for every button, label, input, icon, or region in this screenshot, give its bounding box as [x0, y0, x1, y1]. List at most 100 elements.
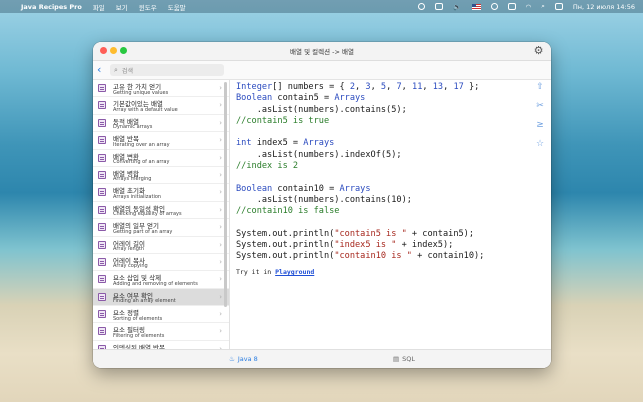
chevron-right-icon: › [219, 240, 222, 249]
scrollbar-thumb[interactable] [224, 82, 227, 307]
menu-window[interactable]: 윈도우 [139, 2, 157, 12]
chevron-right-icon: › [219, 205, 222, 214]
list-item-subtitle: Checking equality of arrays [113, 211, 182, 218]
window-title: 배열 및 컬렉션 -> 배열 [290, 48, 354, 56]
list-item-subtitle: Arrays initialization [113, 193, 162, 200]
list-item[interactable]: 요소 필터링 Filtering of elements › [93, 323, 229, 341]
tab-java[interactable]: ♨ Java 8 [229, 355, 258, 363]
recipe-icon [98, 188, 106, 197]
cut-icon[interactable]: ✂ [535, 101, 545, 111]
chevron-right-icon: › [219, 310, 222, 319]
status-app-icon[interactable] [418, 3, 426, 10]
list-item-subtitle: Array length [113, 246, 144, 253]
recipe-icon [98, 257, 106, 266]
list-item-subtitle: Array with a default value [113, 106, 178, 113]
code-line: int index5 = Arrays [236, 138, 335, 149]
code-line: .asList(numbers).contains(10); [236, 194, 412, 205]
wifi-icon[interactable]: ◠ [526, 3, 532, 11]
list-item[interactable]: 배열 병합 Arrays merging › [93, 167, 229, 185]
code-line: Boolean contain5 = Arrays [236, 93, 366, 104]
recipe-icon [98, 310, 106, 319]
recipe-icon [98, 292, 106, 301]
database-icon: ▤ [393, 355, 400, 363]
format-icon[interactable]: ≥ [535, 120, 545, 130]
list-item[interactable]: 요소 정렬 Sorting of elements › [93, 306, 229, 324]
list-item[interactable]: 요소 삽입 및 삭제 Adding and removing of element… [93, 271, 229, 289]
tab-sql[interactable]: ▤ SQL [393, 355, 415, 363]
list-item[interactable]: 배열 반복 Iterating over an array › [93, 132, 229, 150]
gear-icon[interactable]: ⚙ [533, 45, 544, 56]
clock[interactable]: Пн, 12 июля 14:56 [573, 3, 635, 11]
list-item[interactable]: 기본값이있는 배열 Array with a default value › [93, 97, 229, 115]
search-placeholder: 검색 [121, 67, 133, 75]
notes-icon[interactable] [435, 3, 444, 10]
code-line: //contain5 is true [236, 115, 330, 126]
share-icon[interactable]: ⇧ [535, 82, 545, 92]
back-chevron-icon[interactable]: ‹ [97, 64, 101, 75]
menu-view[interactable]: 보기 [116, 2, 128, 12]
tab-java-label: Java 8 [237, 355, 258, 363]
recipe-icon [98, 84, 106, 92]
playground-link[interactable]: Playground [275, 268, 314, 276]
display-icon[interactable] [507, 3, 516, 10]
keyboard-flag-icon[interactable] [471, 3, 481, 10]
code-line: System.out.println("index5 is " + index5… [236, 240, 454, 251]
app-window: 배열 및 컬렉션 -> 배열 ⚙ ‹ ⌕ 검색 고유 한 가치 얻기 Gettin… [93, 42, 551, 368]
list-item-subtitle: Dynamic arrays [113, 124, 153, 131]
focus-icon[interactable] [490, 3, 498, 10]
list-item[interactable]: 인덱싱된 배열 반복 › [93, 341, 229, 349]
chevron-right-icon: › [219, 327, 222, 336]
list-item[interactable]: 동적 배열 Dynamic arrays › [93, 115, 229, 133]
code-line: .asList(numbers).contains(5); [236, 104, 407, 115]
recipe-icon [98, 101, 106, 110]
app-name-menu[interactable]: Java Recipes Pro [21, 3, 82, 11]
spotlight-icon[interactable]: ⌕ [541, 2, 545, 11]
java-cup-icon: ♨ [229, 355, 235, 363]
code-line: System.out.println("contain5 is " + cont… [236, 228, 475, 239]
chevron-right-icon: › [219, 170, 222, 179]
list-item[interactable]: 배열의 동일성 확인 Checking equality of arrays › [93, 202, 229, 220]
menu-help[interactable]: 도움말 [168, 2, 186, 12]
recipe-icon [98, 327, 106, 336]
list-item[interactable]: 배열의 일부 얻기 Getting part of an array › [93, 219, 229, 237]
chevron-right-icon: › [219, 223, 222, 232]
chevron-right-icon: › [219, 118, 222, 127]
chevron-right-icon: › [219, 136, 222, 145]
list-item-title: 인덱싱된 배열 반복 [113, 343, 165, 349]
list-item-subtitle: Array copying [113, 263, 148, 270]
recipe-icon [98, 136, 106, 145]
recipe-icon [98, 170, 106, 179]
list-item[interactable]: 배열 변환 Converting of an array › [93, 150, 229, 167]
recipe-icon [98, 275, 106, 284]
try-it-label: Try it in [236, 268, 276, 276]
chevron-right-icon: › [219, 84, 222, 92]
list-item-subtitle: Getting part of an array [113, 228, 173, 235]
search-row: ‹ ⌕ 검색 [93, 61, 551, 80]
code-line: .asList(numbers).indexOf(5); [236, 149, 402, 160]
list-item-subtitle: Finding an array element [113, 298, 176, 305]
title-bar: 배열 및 컬렉션 -> 배열 ⚙ [93, 42, 551, 61]
list-item[interactable]: 어레이 길이 Array length › [93, 237, 229, 254]
list-item-subtitle: Getting unique values [113, 89, 169, 96]
chevron-right-icon: › [219, 257, 222, 266]
list-item-subtitle: Filtering of elements [113, 332, 165, 339]
list-item[interactable]: 고유 한 가치 얻기 Getting unique values › [93, 80, 229, 98]
list-item[interactable]: 어레이 복사 Array copying › [93, 254, 229, 272]
chevron-right-icon: › [219, 292, 222, 301]
recipe-list[interactable]: 고유 한 가치 얻기 Getting unique values › 기본값이있는 배… [93, 80, 230, 349]
search-icon: ⌕ [114, 65, 118, 74]
volume-icon[interactable]: 🔈 [453, 3, 461, 11]
chevron-right-icon: › [219, 101, 222, 110]
chevron-right-icon: › [219, 275, 222, 284]
list-item[interactable]: 배열 초기화 Arrays initialization › [93, 184, 229, 202]
try-it-line: Try it in Playground [236, 268, 314, 276]
favorite-star-icon[interactable]: ☆ [535, 139, 545, 149]
control-center-icon[interactable] [554, 3, 563, 10]
search-input[interactable]: ⌕ 검색 [110, 64, 224, 76]
recipe-icon [98, 118, 106, 127]
list-item[interactable]: 요소 여부 확인 Finding an array element › [93, 288, 229, 307]
menu-file[interactable]: 파일 [93, 2, 105, 12]
